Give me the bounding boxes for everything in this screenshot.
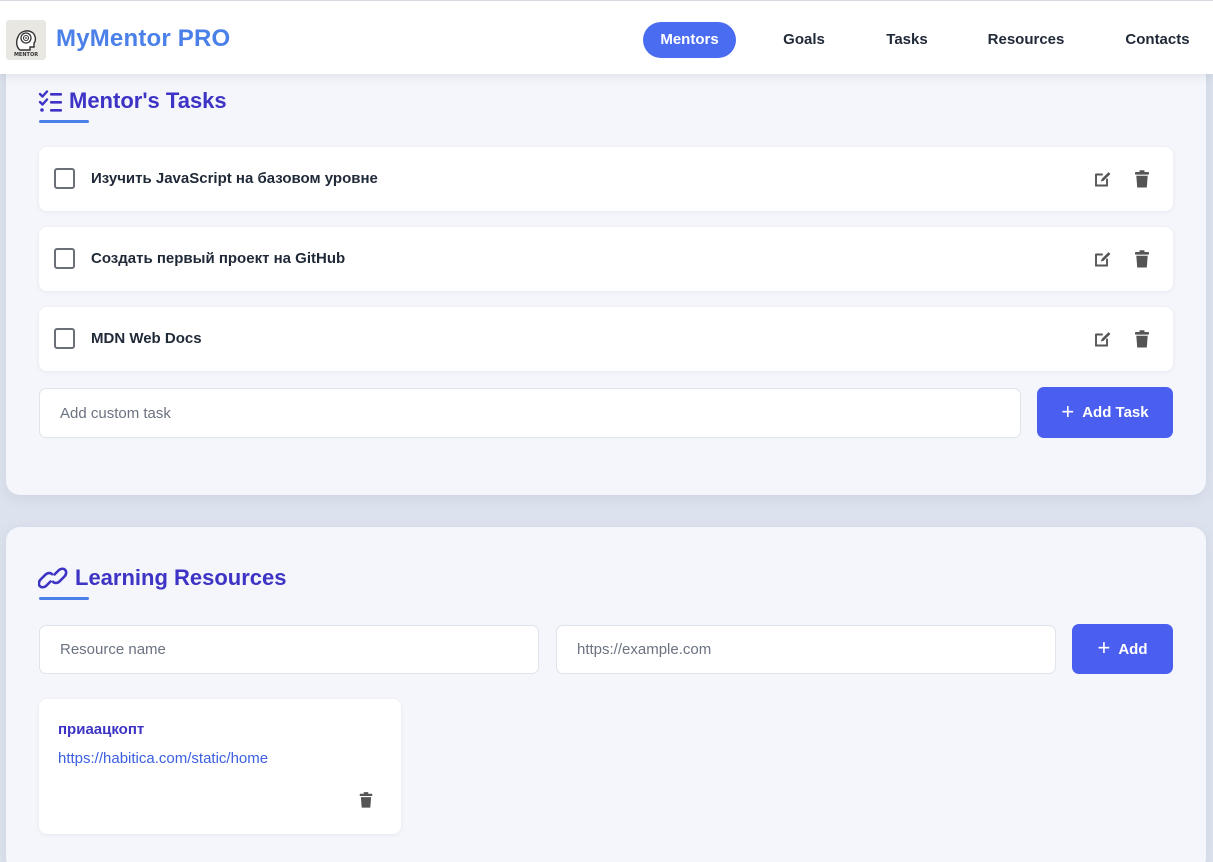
- logo[interactable]: MENTOR: [6, 20, 46, 60]
- task-text: Изучить JavaScript на базовом уровне: [91, 170, 378, 187]
- nav-contacts[interactable]: Contacts: [1110, 22, 1205, 58]
- list-check-icon: [38, 90, 62, 112]
- task-row: Изучить JavaScript на базовом уровне: [39, 147, 1173, 211]
- delete-icon[interactable]: [1132, 249, 1152, 269]
- custom-task-input[interactable]: [39, 388, 1021, 438]
- nav-mentors[interactable]: Mentors: [643, 22, 736, 58]
- edit-icon[interactable]: [1093, 249, 1113, 269]
- resource-url-input[interactable]: [556, 625, 1056, 674]
- link-icon: [38, 567, 68, 589]
- task-row: MDN Web Docs: [39, 307, 1173, 371]
- delete-icon[interactable]: [357, 791, 375, 809]
- task-checkbox[interactable]: [54, 248, 75, 269]
- tasks-section-title: Mentor's Tasks: [69, 88, 227, 113]
- task-row: Создать первый проект на GitHub: [39, 227, 1173, 291]
- nav-resources[interactable]: Resources: [975, 22, 1077, 58]
- top-navbar: MENTOR MyMentor PRO Mentors Goals Tasks …: [0, 0, 1213, 74]
- task-text: Создать первый проект на GitHub: [91, 250, 346, 267]
- resource-link[interactable]: https://habitica.com/static/home: [58, 750, 268, 767]
- resource-name-input[interactable]: [39, 625, 539, 674]
- title-underline: [39, 120, 89, 123]
- brand-title[interactable]: MyMentor PRO: [56, 25, 230, 53]
- edit-icon[interactable]: [1093, 169, 1113, 189]
- add-task-button[interactable]: + Add Task: [1037, 387, 1173, 438]
- add-task-label: Add Task: [1082, 404, 1149, 421]
- task-text: MDN Web Docs: [91, 330, 202, 347]
- add-resource-label: Add: [1118, 640, 1148, 658]
- title-underline: [39, 597, 89, 600]
- nav-goals[interactable]: Goals: [768, 22, 840, 58]
- add-resource-button[interactable]: + Add: [1072, 624, 1173, 674]
- edit-icon[interactable]: [1093, 329, 1113, 349]
- delete-icon[interactable]: [1132, 169, 1152, 189]
- task-checkbox[interactable]: [54, 328, 75, 349]
- nav-tasks[interactable]: Tasks: [872, 22, 942, 58]
- plus-icon: +: [1061, 398, 1075, 424]
- resources-section-title: Learning Resources: [75, 565, 287, 590]
- delete-icon[interactable]: [1132, 329, 1152, 349]
- task-checkbox[interactable]: [54, 168, 75, 189]
- plus-icon: +: [1097, 635, 1111, 660]
- resource-name: приаацкопт: [58, 721, 145, 738]
- resource-card: приаацкопт https://habitica.com/static/h…: [39, 699, 401, 834]
- logo-text: MENTOR: [13, 52, 39, 58]
